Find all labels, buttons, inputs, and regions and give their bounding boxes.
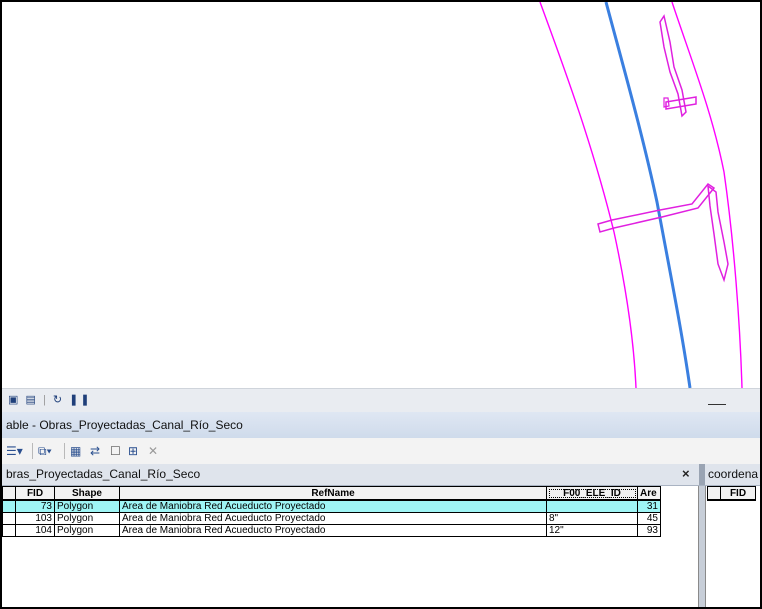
row-selector[interactable] [2, 524, 16, 537]
column-header-refname[interactable]: RefName [119, 486, 547, 501]
cell-area: 93 [637, 524, 661, 537]
cell-refname: Área de Maniobra Red Acueducto Proyectad… [119, 499, 547, 513]
status-bar: ▣ ▤ | ↻ ❚❚ [2, 388, 760, 413]
row-selector-header[interactable] [707, 486, 721, 501]
cell-f00: 8" [546, 512, 638, 525]
map-view[interactable] [2, 2, 760, 388]
related-tables-icon[interactable]: ⧉▾ [38, 443, 52, 459]
table-header-row: FID Shape RefName F00_ELE_ID Are [2, 486, 661, 501]
close-icon[interactable]: ✕ [148, 443, 158, 459]
map-canvas[interactable] [2, 2, 760, 388]
feature-branch [665, 96, 697, 110]
column-header-shape[interactable]: Shape [54, 486, 120, 501]
table-toolbar: ☰▾ ⧉▾ ▦ ⇄ ☐ ⊞ ✕ [2, 438, 760, 465]
table-window-title: able - Obras_Proyectadas_Canal_Río_Seco [2, 412, 760, 439]
layout-view-icon[interactable]: ▣ [8, 393, 20, 406]
cell-area: 31 [637, 499, 661, 513]
tab-coordenadas[interactable]: coordena [705, 464, 760, 485]
cell-f00 [546, 499, 638, 513]
cell-fid: 104 [15, 524, 55, 537]
attribute-grid[interactable]: FID Shape RefName F00_ELE_ID Are 73 Poly… [2, 486, 699, 607]
cell-shape: Polygon [54, 499, 120, 513]
row-selector-header[interactable] [2, 486, 16, 501]
switch-selection-icon[interactable]: ⇄ [90, 443, 100, 459]
table-tab-bar: bras_Proyectadas_Canal_Río_Seco × coorde… [2, 464, 760, 486]
delete-selected-icon[interactable]: ⊞ [128, 443, 138, 459]
data-view-icon[interactable]: ▤ [25, 393, 37, 406]
cell-refname: Área de Maniobra Red Acueducto Proyectad… [119, 524, 547, 537]
table-header-row: FID [707, 486, 756, 501]
minimize-icon[interactable] [708, 394, 726, 405]
cell-shape: Polygon [54, 512, 120, 525]
row-selector[interactable] [2, 512, 16, 525]
cell-fid: 103 [15, 512, 55, 525]
cell-refname: Área de Maniobra Red Acueducto Proyectad… [119, 512, 547, 525]
tab-label: coordena [708, 467, 759, 481]
column-header-area[interactable]: Are [637, 486, 661, 501]
cell-area: 45 [637, 512, 661, 525]
select-by-attributes-icon[interactable]: ▦ [70, 443, 81, 459]
table-row[interactable]: 103 Polygon Área de Maniobra Red Acueduc… [2, 512, 661, 525]
tab-label: bras_Proyectadas_Canal_Río_Seco [6, 467, 201, 481]
toolbar-separator [32, 443, 33, 459]
attribute-table-window: able - Obras_Proyectadas_Canal_Río_Seco … [2, 412, 760, 607]
clear-selection-icon[interactable]: ☐ [110, 443, 121, 459]
second-attribute-grid[interactable]: FID [705, 486, 760, 607]
pause-icon[interactable]: ❚❚ [69, 393, 91, 406]
column-header-fid[interactable]: FID [720, 486, 756, 501]
column-header-fid[interactable]: FID [15, 486, 55, 501]
refresh-icon[interactable]: ↻ [53, 393, 64, 406]
canal-boundary-right [671, 2, 743, 388]
toolbar-separator [64, 443, 65, 459]
tab-obras-proyectadas[interactable]: bras_Proyectadas_Canal_Río_Seco × [2, 464, 698, 485]
row-selector[interactable] [2, 499, 16, 513]
table-options-icon[interactable]: ☰▾ [6, 443, 23, 459]
column-header-f00-ele-id[interactable]: F00_ELE_ID [546, 486, 638, 501]
table-row[interactable]: 104 Polygon Área de Maniobra Red Acueduc… [2, 524, 661, 537]
arcmap-window: ▣ ▤ | ↻ ❚❚ able - Obras_Proyectadas_Cana… [0, 0, 762, 609]
canal-centerline [604, 2, 692, 388]
cell-shape: Polygon [54, 524, 120, 537]
table-row[interactable]: 73 Polygon Área de Maniobra Red Acueduct… [2, 499, 661, 513]
feature-lower [707, 184, 729, 283]
cell-fid: 73 [15, 499, 55, 513]
cell-f00: 12" [546, 524, 638, 537]
close-tab-icon[interactable]: × [682, 466, 690, 481]
